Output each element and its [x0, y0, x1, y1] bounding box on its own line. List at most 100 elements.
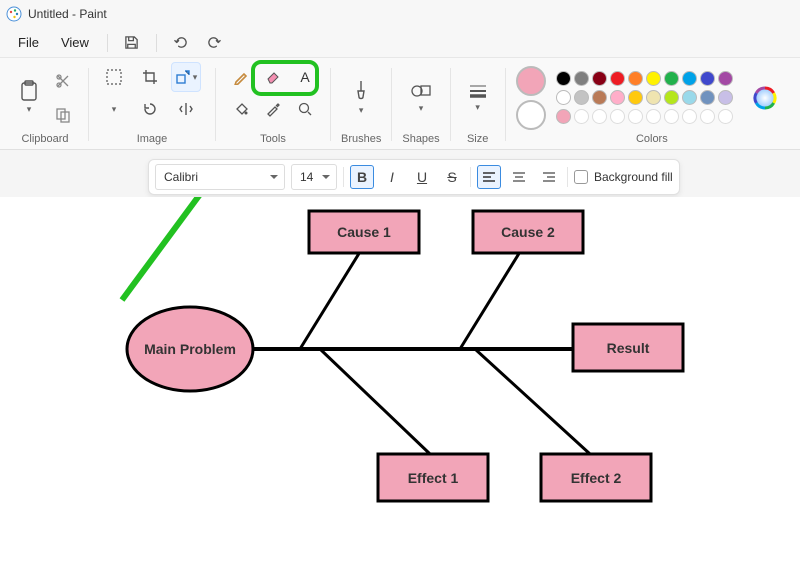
italic-icon: I: [390, 169, 394, 185]
group-label-tools: Tools: [260, 133, 286, 147]
pencil-icon: [233, 69, 249, 85]
color-swatch[interactable]: [700, 90, 715, 105]
color-swatch[interactable]: [610, 90, 625, 105]
background-fill-checkbox[interactable]: [574, 170, 588, 184]
menu-file[interactable]: File: [10, 31, 47, 54]
color-swatch[interactable]: [592, 109, 607, 124]
resize-icon: [175, 69, 191, 85]
flip-button[interactable]: [171, 94, 201, 124]
magnifier-button[interactable]: [290, 94, 320, 124]
save-icon: [124, 35, 139, 50]
rotate-button[interactable]: [135, 94, 165, 124]
align-left-icon: [482, 171, 496, 183]
pencil-button[interactable]: [226, 62, 256, 92]
picker-button[interactable]: [258, 94, 288, 124]
select-button[interactable]: [99, 62, 129, 92]
color-swatch[interactable]: [592, 90, 607, 105]
resize-button[interactable]: ▾: [171, 62, 201, 92]
underline-button[interactable]: U: [410, 165, 434, 189]
svg-text:A: A: [300, 69, 310, 85]
color-swatch[interactable]: [664, 71, 679, 86]
font-family-select[interactable]: Calibri: [155, 164, 285, 190]
color-swatch[interactable]: [556, 90, 571, 105]
color-swatch[interactable]: [628, 109, 643, 124]
font-size-select[interactable]: 14: [291, 164, 337, 190]
text-icon: A: [297, 69, 313, 85]
italic-button[interactable]: I: [380, 165, 404, 189]
color-swatch[interactable]: [592, 71, 607, 86]
menu-view[interactable]: View: [53, 31, 97, 54]
crop-button[interactable]: [135, 62, 165, 92]
group-label-shapes: Shapes: [402, 133, 439, 147]
align-right-button[interactable]: [537, 165, 561, 189]
color-swatch[interactable]: [610, 71, 625, 86]
color-swatch[interactable]: [700, 71, 715, 86]
undo-button[interactable]: [167, 31, 195, 55]
color-swatch[interactable]: [574, 90, 589, 105]
bucket-icon: [233, 101, 249, 117]
color-swatch[interactable]: [610, 109, 625, 124]
color-swatch[interactable]: [682, 71, 697, 86]
group-size: ▾ Size: [455, 60, 501, 149]
chevron-down-icon: ▾: [112, 104, 117, 115]
separator: [343, 167, 344, 187]
color-swatch[interactable]: [682, 90, 697, 105]
flip-icon: [178, 101, 194, 117]
color-swatch[interactable]: [718, 90, 733, 105]
eraser-button[interactable]: [258, 62, 288, 92]
shapes-button[interactable]: ▾: [404, 74, 438, 122]
color-swatch[interactable]: [700, 109, 715, 124]
redo-button[interactable]: [201, 31, 229, 55]
brushes-button[interactable]: ▾: [344, 74, 378, 122]
color-swatch[interactable]: [646, 71, 661, 86]
node-cause2-text: Cause 2: [501, 224, 555, 240]
group-label-clipboard: Clipboard: [21, 133, 68, 147]
chevron-down-icon: ▾: [475, 102, 480, 113]
edit-colors-button[interactable]: [748, 74, 782, 122]
group-clipboard: ▾ Clipboard: [6, 60, 84, 149]
color-swatch[interactable]: [646, 90, 661, 105]
color-palette: [556, 71, 733, 124]
group-tools: A Tools: [220, 60, 326, 149]
separator: [215, 68, 216, 141]
brush-icon: [351, 79, 371, 103]
color-swatch[interactable]: [682, 109, 697, 124]
cut-button[interactable]: [48, 66, 78, 96]
node-result-text: Result: [607, 340, 650, 356]
paste-button[interactable]: ▾: [12, 74, 46, 122]
align-left-button[interactable]: [477, 165, 501, 189]
chevron-down-icon: ▾: [419, 103, 424, 114]
separator: [330, 68, 331, 141]
color-swatch[interactable]: [556, 109, 571, 124]
color-swatch[interactable]: [718, 71, 733, 86]
fill-button[interactable]: [226, 94, 256, 124]
eraser-icon: [265, 69, 281, 85]
save-button[interactable]: [118, 31, 146, 55]
separator: [391, 68, 392, 141]
bold-button[interactable]: B: [350, 165, 374, 189]
color-swatch[interactable]: [664, 90, 679, 105]
color-swatch[interactable]: [628, 90, 643, 105]
color-swatch[interactable]: [718, 109, 733, 124]
color-swatch[interactable]: [556, 71, 571, 86]
color-swatch[interactable]: [664, 109, 679, 124]
size-button[interactable]: ▾: [461, 74, 495, 122]
strikethrough-button[interactable]: S: [440, 165, 464, 189]
color-swatch[interactable]: [628, 71, 643, 86]
align-center-button[interactable]: [507, 165, 531, 189]
window-title: Untitled - Paint: [28, 7, 107, 21]
canvas[interactable]: Main Problem Cause 1 Cause 2 Result Effe…: [0, 197, 800, 584]
zoom-icon: [297, 101, 313, 117]
select-options[interactable]: ▾: [99, 94, 129, 124]
copy-button[interactable]: [48, 100, 78, 130]
text-button[interactable]: A: [290, 62, 320, 92]
strikethrough-icon: S: [447, 169, 456, 185]
color-swatch[interactable]: [646, 109, 661, 124]
color1-swatch[interactable]: [516, 66, 546, 96]
color-swatch[interactable]: [574, 109, 589, 124]
chevron-down-icon: ▾: [27, 104, 32, 115]
color-swatch[interactable]: [574, 71, 589, 86]
color2-swatch[interactable]: [516, 100, 546, 130]
underline-icon: U: [417, 169, 427, 185]
paint-app-icon: [6, 6, 22, 22]
